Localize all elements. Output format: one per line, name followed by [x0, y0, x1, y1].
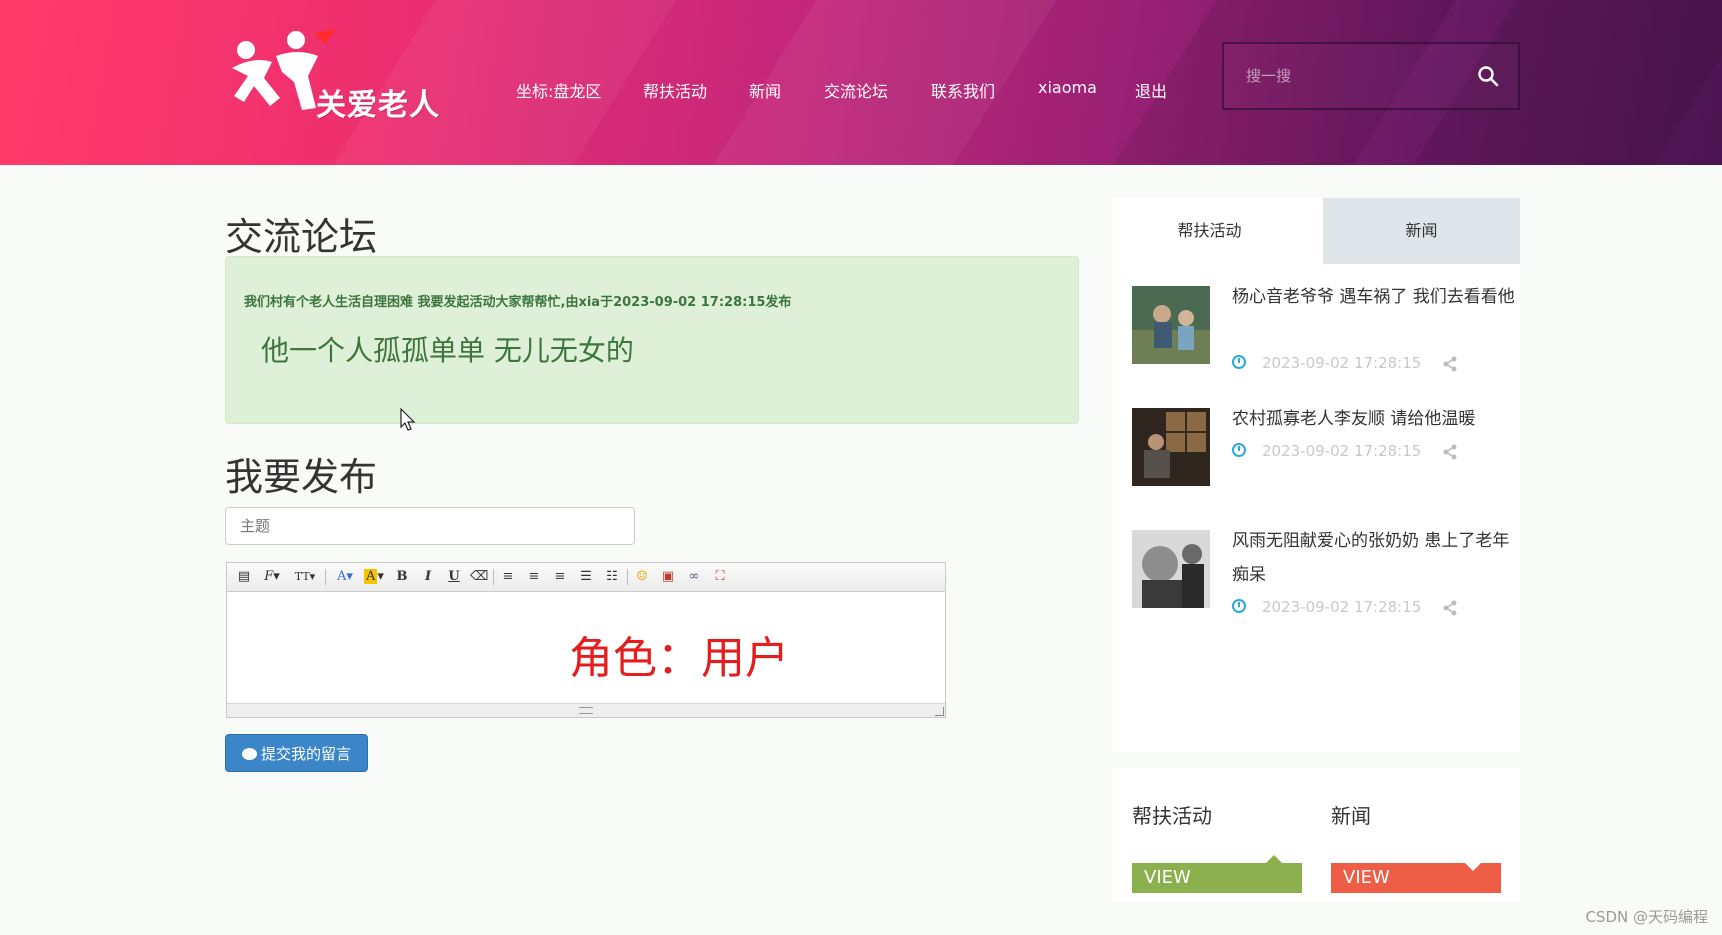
- site-header: 关爱老人 坐标:盘龙区 帮扶活动 新闻 交流论坛 联系我们 xiaoma 退出: [0, 0, 1722, 165]
- editor-text: 角色：用户: [569, 633, 789, 684]
- fullscreen-icon[interactable]: ⛶: [711, 568, 729, 586]
- news-meta: 2023-09-02 17:28:15: [1232, 354, 1421, 372]
- editor-content-area[interactable]: 角色：用户: [227, 592, 945, 704]
- tab-news[interactable]: 新闻: [1323, 198, 1520, 264]
- news-date: 2023-09-02 17:28:15: [1262, 354, 1422, 372]
- news-title[interactable]: 风雨无阻献爱心的张奶奶 患上了老年痴呆: [1232, 524, 1517, 592]
- ordered-list-icon[interactable]: ☰: [577, 568, 595, 586]
- highlight-color-icon[interactable]: A ▾: [361, 568, 387, 586]
- news-thumbnail: [1132, 408, 1210, 486]
- align-center-icon[interactable]: ≡: [525, 568, 543, 586]
- underline-icon[interactable]: U: [445, 568, 463, 586]
- view-links-panel: 帮扶活动 VIEW 新闻 VIEW: [1112, 768, 1520, 902]
- view-label: 新闻: [1331, 804, 1371, 828]
- paste-icon[interactable]: ▤: [235, 568, 253, 586]
- notch-icon: [1266, 855, 1282, 863]
- share-icon[interactable]: [1442, 356, 1458, 372]
- subject-input[interactable]: [225, 507, 635, 545]
- image-icon[interactable]: ▣: [659, 568, 677, 586]
- view-block-news: 新闻 VIEW: [1331, 800, 1501, 893]
- share-icon[interactable]: [1442, 444, 1458, 460]
- comment-icon: [241, 747, 257, 760]
- italic-icon[interactable]: I: [419, 568, 437, 586]
- news-date: 2023-09-02 17:28:15: [1262, 442, 1422, 460]
- news-title[interactable]: 农村孤寡老人李友顺 请给他温暖: [1232, 402, 1517, 436]
- submit-label: 提交我的留言: [260, 744, 351, 763]
- watermark: CSDN @天码编程: [1585, 908, 1708, 926]
- clock-icon: [1232, 599, 1246, 613]
- rich-text-editor: ▤ F▾ TT▾ A▾ A ▾ B I U ⌫ ≡ ≡ ≡ ☰ ☷ ☺ ▣ ∞ ⛶…: [226, 562, 946, 718]
- news-meta: 2023-09-02 17:28:15: [1232, 598, 1421, 616]
- align-left-icon[interactable]: ≡: [499, 568, 517, 586]
- nav-forum[interactable]: 交流论坛: [824, 78, 888, 102]
- clock-icon: [1232, 355, 1246, 369]
- sidebar-panel: 帮扶活动 新闻 杨心音老爷爷 遇车祸了 我们去看看他 2023-09-02 17…: [1112, 198, 1520, 752]
- logo-text: 关爱老人: [316, 88, 440, 123]
- search-box: [1222, 42, 1520, 110]
- news-thumbnail: [1132, 530, 1210, 608]
- search-input[interactable]: [1224, 44, 1474, 108]
- eraser-icon[interactable]: ⌫: [470, 568, 488, 586]
- editor-statusbar: [227, 703, 945, 717]
- nav-contact[interactable]: 联系我们: [931, 78, 995, 102]
- share-icon[interactable]: [1442, 600, 1458, 616]
- post-body: 他一个人孤孤单单 无儿无女的: [261, 334, 634, 367]
- news-date: 2023-09-02 17:28:15: [1262, 598, 1422, 616]
- editor-toolbar: ▤ F▾ TT▾ A▾ A ▾ B I U ⌫ ≡ ≡ ≡ ☰ ☷ ☺ ▣ ∞ ⛶: [227, 563, 945, 592]
- tab-help-activities[interactable]: 帮扶活动: [1112, 198, 1307, 264]
- forum-post: 我们村有个老人生活自理困难 我要发起活动大家帮帮忙,由xia于2023-09-0…: [225, 256, 1079, 424]
- unordered-list-icon[interactable]: ☷: [603, 568, 621, 586]
- font-color-icon[interactable]: A▾: [333, 568, 357, 586]
- notch-icon: [1465, 863, 1481, 871]
- resize-corner-icon[interactable]: [935, 707, 944, 716]
- nav-news[interactable]: 新闻: [749, 78, 781, 102]
- publish-title: 我要发布: [225, 455, 378, 499]
- forum-title: 交流论坛: [225, 215, 378, 259]
- news-meta: 2023-09-02 17:28:15: [1232, 442, 1421, 460]
- mouse-cursor-icon: [400, 408, 416, 431]
- view-label: 帮扶活动: [1132, 804, 1212, 828]
- news-thumbnail: [1132, 286, 1210, 364]
- clock-icon: [1232, 443, 1246, 457]
- view-block-help-activities: 帮扶活动 VIEW: [1132, 800, 1302, 893]
- toolbar-divider: [627, 569, 628, 585]
- align-right-icon[interactable]: ≡: [551, 568, 569, 586]
- emoticon-icon[interactable]: ☺: [633, 568, 651, 586]
- nav-location[interactable]: 坐标:盘龙区: [516, 78, 601, 102]
- search-icon[interactable]: [1476, 64, 1500, 88]
- link-icon[interactable]: ∞: [685, 568, 703, 586]
- view-help-activities-button[interactable]: VIEW: [1132, 863, 1302, 893]
- bold-icon[interactable]: B: [393, 568, 411, 586]
- news-title[interactable]: 杨心音老爷爷 遇车祸了 我们去看看他: [1232, 280, 1517, 314]
- resize-grip-icon[interactable]: [579, 707, 593, 714]
- submit-message-button[interactable]: 提交我的留言: [225, 734, 368, 772]
- post-meta: 我们村有个老人生活自理困难 我要发起活动大家帮帮忙,由xia于2023-09-0…: [244, 295, 792, 310]
- toolbar-divider: [493, 569, 494, 585]
- toolbar-divider: [325, 569, 326, 585]
- nav-help-activities[interactable]: 帮扶活动: [643, 78, 707, 102]
- font-size-icon[interactable]: TT▾: [291, 568, 319, 586]
- font-family-icon[interactable]: F▾: [259, 568, 285, 586]
- nav-username[interactable]: xiaoma: [1038, 78, 1097, 97]
- nav-logout[interactable]: 退出: [1135, 78, 1167, 102]
